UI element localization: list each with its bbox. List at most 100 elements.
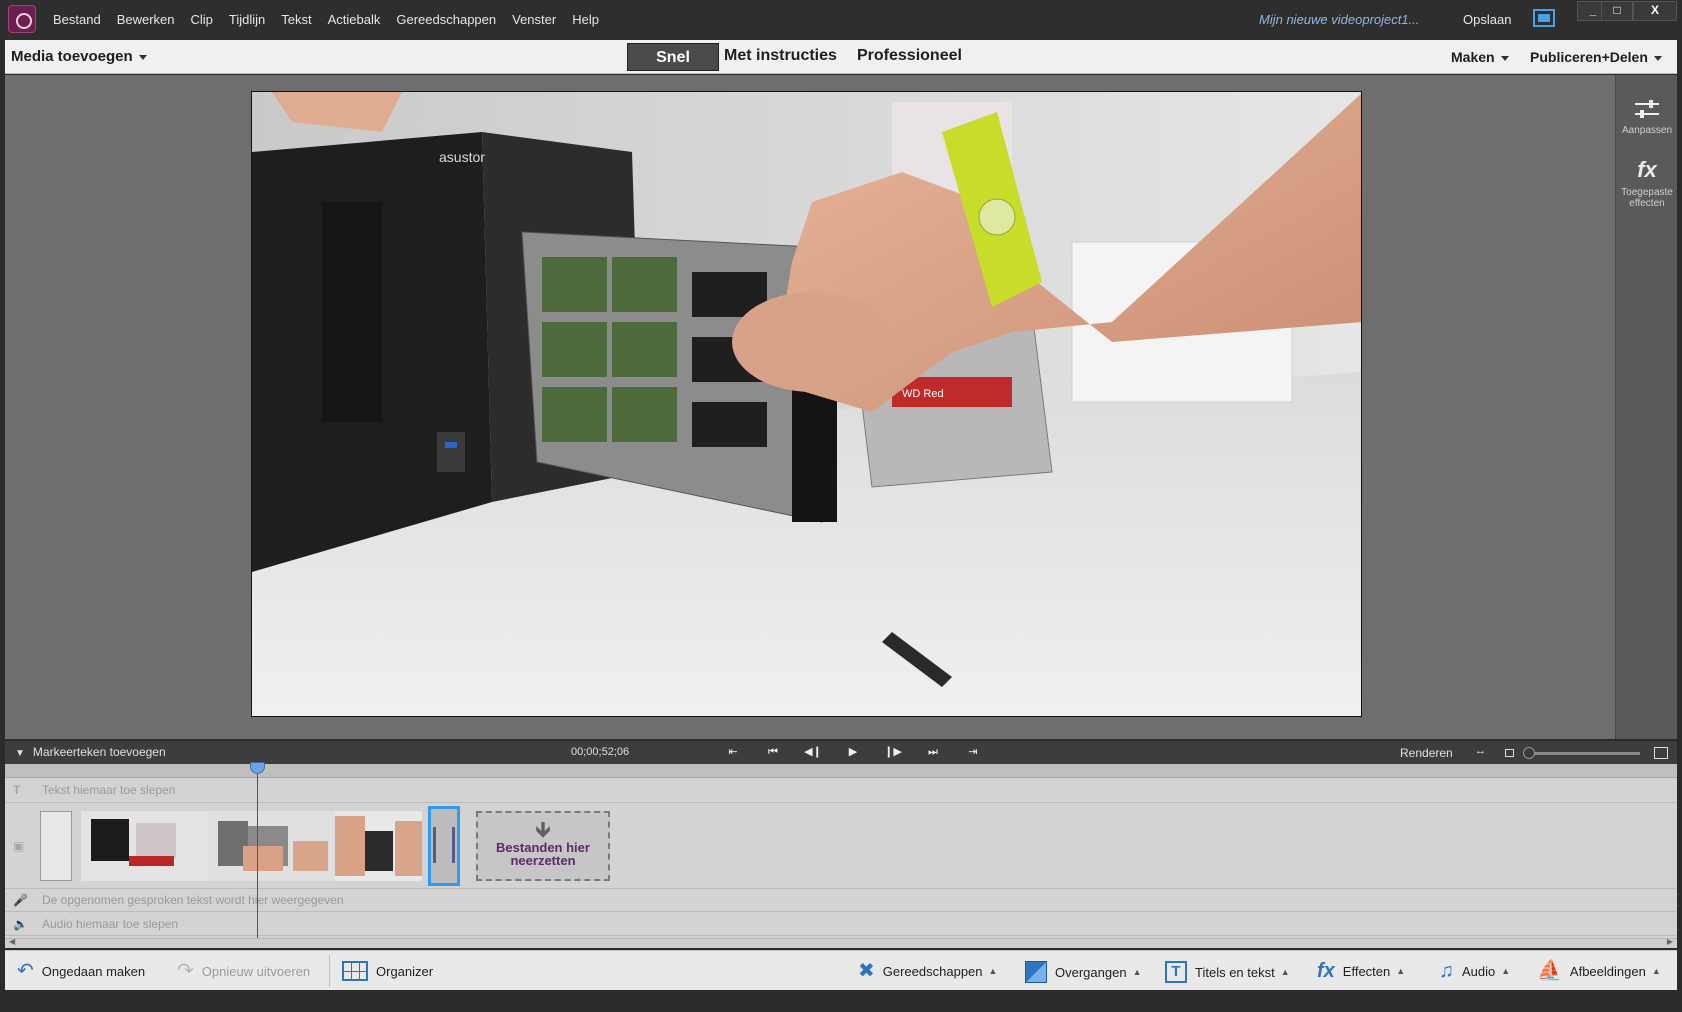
triangle-down-icon: ▼: [15, 748, 25, 759]
menu-bar: Bestand Bewerken Clip Tijdlijn Tekst Act…: [53, 12, 615, 27]
nas-brand-label: asustor: [439, 149, 485, 165]
menu-bestand[interactable]: Bestand: [53, 12, 101, 27]
scroll-right-icon[interactable]: ▶: [1667, 937, 1673, 946]
caret-up-icon: ▲: [1396, 966, 1406, 976]
transitions-button[interactable]: Overgangen ▲: [1025, 961, 1141, 983]
selected-clip[interactable]: [428, 806, 460, 886]
make-label: Maken: [1451, 49, 1495, 65]
scroll-left-icon[interactable]: ◀: [9, 937, 15, 946]
app-window: Bestand Bewerken Clip Tijdlijn Tekst Act…: [0, 0, 1682, 1012]
add-marker-label: Markeerteken toevoegen: [32, 745, 166, 759]
caret-up-icon: ▲: [1501, 966, 1511, 976]
tools-icon: ✖: [858, 960, 875, 982]
title-bar: Bestand Bewerken Clip Tijdlijn Tekst Act…: [0, 0, 1682, 40]
action-bar: ↶ Ongedaan maken ↷ Opnieuw uitvoeren Org…: [5, 950, 1677, 990]
drop-files-zone[interactable]: 🡻 Bestanden hier neerzetten: [476, 811, 610, 881]
save-button[interactable]: Opslaan: [1463, 12, 1511, 27]
redo-icon: ↷: [177, 960, 194, 982]
transport-controls: ⇤ ⏮ ◀❙ ▶ ❙▶ ⏭ ⇥: [713, 744, 993, 760]
audio-track-label: Audio hiemaar toe slepen: [42, 917, 179, 931]
timecode: 00;00;52;06: [571, 746, 630, 758]
menu-tekst[interactable]: Tekst: [281, 12, 311, 27]
transitions-icon: [1025, 961, 1047, 983]
clip-thumbnail: [81, 811, 208, 881]
undo-icon: ↶: [17, 960, 34, 982]
zoom-in-icon[interactable]: [1654, 747, 1668, 759]
graphics-button[interactable]: ⛵ Afbeeldingen ▲: [1537, 961, 1661, 981]
grid-icon: [342, 961, 368, 981]
go-to-start-icon[interactable]: ⇤: [713, 744, 753, 760]
chevron-down-icon: [1500, 55, 1509, 61]
organizer-button[interactable]: Organizer: [342, 961, 433, 981]
microphone-icon: 🎤: [13, 893, 28, 907]
tab-professioneel[interactable]: Professioneel: [857, 47, 962, 65]
narration-track[interactable]: 🎤 De opgenomen gesproken tekst wordt hie…: [5, 889, 1677, 912]
status-bar: [0, 992, 1682, 1012]
zoom-slider[interactable]: [1523, 747, 1640, 759]
redo-button[interactable]: ↷ Opnieuw uitvoeren: [177, 961, 310, 981]
close-button[interactable]: X: [1633, 1, 1677, 21]
fit-timeline-icon[interactable]: ↔: [1475, 745, 1486, 757]
project-name[interactable]: Mijn nieuwe videoproject1...: [1259, 12, 1419, 27]
sliders-icon: [1635, 99, 1659, 119]
drive-label: WD Red: [902, 388, 944, 400]
step-back-icon[interactable]: ◀❙: [793, 744, 833, 760]
audio-label: Audio: [1462, 963, 1496, 979]
audio-button[interactable]: ♫ Audio ▲: [1439, 961, 1510, 981]
video-clip[interactable]: [81, 811, 422, 881]
add-marker-button[interactable]: ▼ Markeerteken toevoegen: [15, 745, 166, 759]
menu-actiebalk[interactable]: Actiebalk: [328, 12, 381, 27]
video-track-icon: ▣: [13, 839, 25, 853]
previous-edit-icon[interactable]: ⏮: [753, 744, 793, 760]
clip-thumbnail: [208, 811, 335, 881]
caret-up-icon: ▲: [1651, 966, 1661, 976]
arrow-down-icon: 🡻: [535, 817, 551, 842]
menu-clip[interactable]: Clip: [191, 12, 213, 27]
fx-icon: fx: [1317, 960, 1335, 982]
publish-label: Publiceren+Delen: [1530, 49, 1648, 65]
menu-venster[interactable]: Venster: [512, 12, 556, 27]
video-preview[interactable]: asustor WD Red: [251, 91, 1362, 717]
maximize-button[interactable]: □: [1601, 1, 1633, 21]
add-media-label: Media toevoegen: [11, 48, 133, 65]
next-edit-icon[interactable]: ⏭: [913, 744, 953, 760]
text-track[interactable]: T Tekst hiemaar toe slepen: [5, 778, 1677, 803]
zoom-controls: ↔: [1475, 745, 1675, 761]
fx-icon: fx: [1637, 157, 1657, 182]
titles-icon: T: [1165, 961, 1187, 983]
redo-label: Opnieuw uitvoeren: [201, 963, 311, 979]
tab-met-instructies[interactable]: Met instructies: [724, 47, 837, 65]
make-button[interactable]: Maken: [1451, 49, 1509, 65]
add-media-button[interactable]: Media toevoegen: [11, 48, 147, 65]
step-forward-icon[interactable]: ❙▶: [873, 744, 913, 760]
clip-start-handle[interactable]: [40, 811, 72, 881]
mode-bar: Media toevoegen Snel Met instructies Pro…: [5, 40, 1677, 74]
timeline-scrollbar[interactable]: ◀ ▶: [5, 937, 1677, 948]
zoom-slider-handle[interactable]: [1523, 747, 1535, 759]
render-button[interactable]: Renderen: [1400, 746, 1453, 760]
adjust-button[interactable]: Aanpassen: [1616, 97, 1678, 136]
text-track-icon: T: [13, 783, 21, 797]
menu-tijdlijn[interactable]: Tijdlijn: [229, 12, 265, 27]
effects-button[interactable]: fx Effecten ▲: [1317, 961, 1405, 981]
zoom-out-icon[interactable]: [1505, 749, 1514, 757]
go-to-end-icon[interactable]: ⇥: [953, 744, 993, 760]
graphics-icon: ⛵: [1537, 960, 1562, 982]
titles-button[interactable]: T Titels en tekst ▲: [1165, 961, 1290, 983]
chevron-down-icon: [1653, 55, 1662, 61]
applied-effects-button[interactable]: fx Toegepaste effecten: [1616, 157, 1678, 209]
tab-snel[interactable]: Snel: [627, 43, 719, 71]
tools-button[interactable]: ✖ Gereedschappen ▲: [858, 961, 997, 981]
undo-button[interactable]: ↶ Ongedaan maken: [17, 961, 145, 981]
timeline-header: ▼ Markeerteken toevoegen 00;00;52;06 ⇤ ⏮ …: [5, 741, 1677, 764]
menu-gereedschappen[interactable]: Gereedschappen: [396, 12, 496, 27]
menu-bewerken[interactable]: Bewerken: [117, 12, 175, 27]
fullscreen-icon[interactable]: [1533, 9, 1555, 27]
menu-help[interactable]: Help: [572, 12, 599, 27]
play-icon[interactable]: ▶: [833, 744, 873, 760]
caret-up-icon: ▲: [988, 966, 998, 976]
video-frame: asustor WD Red: [252, 92, 1361, 716]
audio-track[interactable]: 🔈 Audio hiemaar toe slepen: [5, 912, 1677, 936]
publish-button[interactable]: Publiceren+Delen: [1530, 49, 1662, 65]
undo-label: Ongedaan maken: [41, 963, 146, 979]
